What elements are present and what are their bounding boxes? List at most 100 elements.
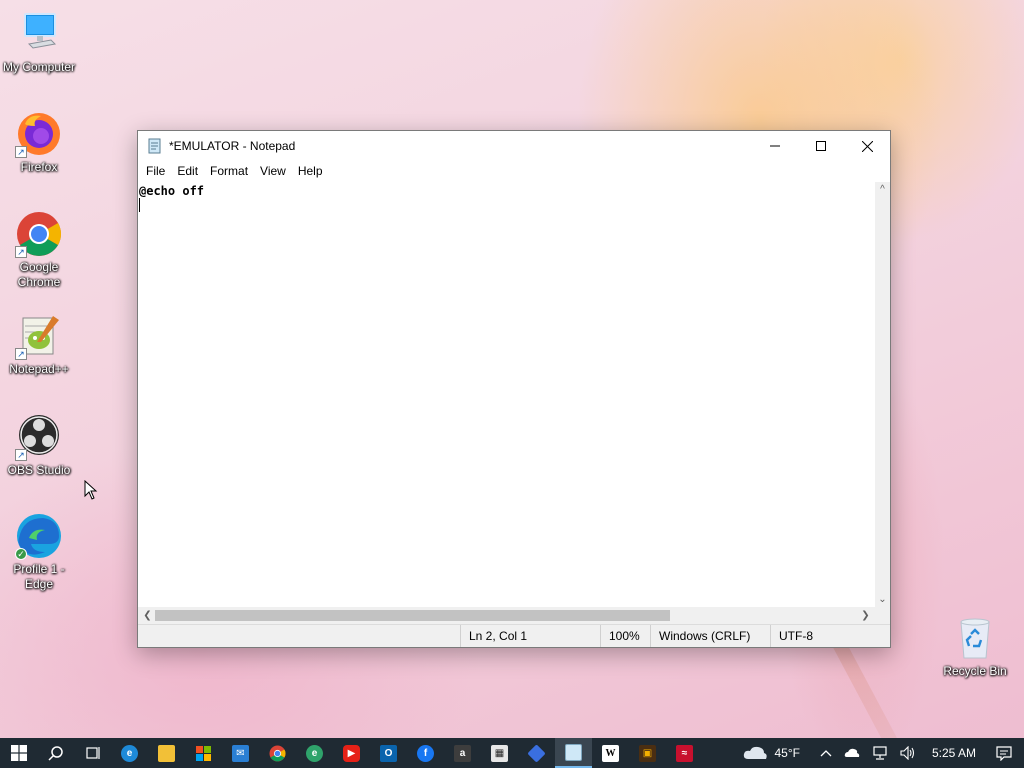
close-icon (861, 140, 873, 152)
taskbar-wikipedia[interactable]: W (592, 738, 629, 768)
maximize-icon (816, 141, 826, 151)
desktop-icon-obs-studio[interactable]: ↗ OBS Studio (0, 413, 78, 478)
title-bar[interactable]: *EMULATOR - Notepad (138, 131, 890, 161)
desktop-icon-label: My Computer (2, 60, 76, 74)
window-title: *EMULATOR - Notepad (169, 139, 296, 153)
weather-widget[interactable]: 45°F (742, 745, 800, 761)
notepad-plus-plus-icon: ↗ (15, 312, 63, 360)
notification-center-button[interactable] (996, 745, 1012, 761)
chrome-icon: ↗ (15, 210, 63, 258)
menu-view[interactable]: View (254, 161, 292, 181)
taskbar-chrome[interactable] (259, 738, 296, 768)
taskbar-facebook[interactable]: f (407, 738, 444, 768)
weather-temperature: 45°F (774, 746, 800, 760)
red-app-icon: ≈ (676, 744, 693, 762)
edge-profile-icon: e (306, 744, 323, 762)
taskbar-photos[interactable] (518, 738, 555, 768)
outlook-icon: O (380, 744, 397, 762)
scroll-left-icon[interactable]: ❮ (140, 608, 155, 623)
text-editor[interactable]: @echo off (138, 182, 875, 607)
desktop-icon-label: Recycle Bin (943, 664, 1007, 678)
taskbar-edge-profile[interactable]: e (296, 738, 333, 768)
minimize-button[interactable] (752, 131, 798, 161)
desktop-icon-recycle-bin[interactable]: Recycle Bin (936, 614, 1014, 679)
scroll-down-icon[interactable]: ⌄ (875, 592, 890, 607)
youtube-icon: ▶ (343, 744, 360, 762)
store-icon (195, 745, 212, 762)
status-encoding: UTF-8 (770, 625, 890, 647)
close-button[interactable] (844, 131, 890, 161)
firefox-icon: ↗ (15, 110, 63, 158)
taskbar-amazon[interactable]: a (444, 738, 481, 768)
shortcut-arrow-icon: ↗ (15, 348, 27, 360)
clock[interactable]: 5:25 AM (932, 746, 976, 760)
onedrive-button[interactable] (844, 748, 860, 758)
notepad-window[interactable]: *EMULATOR - Notepad File Edit Format Vie… (137, 130, 891, 648)
taskbar-red-app[interactable]: ≈ (666, 738, 703, 768)
taskbar-ms-store[interactable]: ▦ (481, 738, 518, 768)
taskbar-outlook[interactable]: O (370, 738, 407, 768)
desktop-icon-google-chrome[interactable]: ↗ Google Chrome (0, 210, 78, 290)
notepad-app-icon (147, 138, 163, 154)
desktop-icon-firefox[interactable]: ↗ Firefox (0, 110, 78, 175)
onedrive-cloud-icon (844, 748, 860, 757)
network-icon (873, 746, 887, 760)
taskbar-store[interactable] (185, 738, 222, 768)
taskbar-ups[interactable]: ▣ (629, 738, 666, 768)
show-hidden-icons-button[interactable] (820, 749, 832, 757)
notification-icon (996, 745, 1012, 761)
computer-icon (15, 10, 63, 58)
cloud-weather-icon (744, 746, 768, 759)
desktop-icon-label: OBS Studio (7, 463, 71, 477)
volume-button[interactable] (900, 746, 916, 760)
mouse-cursor-icon (84, 479, 98, 505)
menu-bar: File Edit Format View Help (138, 161, 890, 181)
windows-start-icon (10, 745, 27, 761)
start-button[interactable] (0, 738, 37, 768)
search-icon (47, 746, 63, 761)
taskbar-edge[interactable]: e (111, 738, 148, 768)
horizontal-scrollbar[interactable]: ❮ ❯ (138, 607, 875, 624)
menu-file[interactable]: File (140, 161, 171, 181)
amazon-icon: a (454, 744, 471, 762)
text-caret (139, 198, 140, 212)
editor-line (139, 198, 874, 212)
chrome-icon (269, 745, 286, 762)
desktop-icon-profile-1-edge[interactable]: ✓ Profile 1 - Edge (0, 512, 78, 592)
edge-icon: e (121, 744, 138, 762)
editor-line: @echo off (139, 184, 205, 198)
obs-icon: ↗ (15, 413, 63, 461)
wikipedia-icon: W (602, 744, 619, 762)
task-view-icon (85, 747, 100, 759)
menu-help[interactable]: Help (292, 161, 329, 181)
mail-icon: ✉ (232, 744, 249, 762)
system-tray: 45°F 5:25 AM (736, 738, 1024, 768)
photos-icon (527, 743, 546, 763)
desktop-icon-label: Firefox (20, 160, 58, 174)
file-explorer-icon (158, 744, 175, 762)
taskbar-notepad[interactable] (555, 738, 592, 768)
speaker-icon (900, 746, 915, 760)
minimize-icon (770, 145, 780, 147)
search-button[interactable] (37, 738, 74, 768)
network-button[interactable] (872, 746, 888, 760)
shortcut-arrow-icon: ↗ (15, 246, 27, 258)
taskbar-file-explorer[interactable] (148, 738, 185, 768)
taskbar-mail[interactable]: ✉ (222, 738, 259, 768)
shortcut-arrow-icon: ↗ (15, 146, 27, 158)
scroll-right-icon[interactable]: ❯ (858, 608, 873, 623)
desktop-icon-my-computer[interactable]: My Computer (0, 10, 78, 75)
chevron-up-icon (820, 750, 832, 757)
maximize-button[interactable] (798, 131, 844, 161)
menu-format[interactable]: Format (204, 161, 254, 181)
desktop-icon-notepad-plus-plus[interactable]: ↗ Notepad++ (0, 312, 78, 377)
horizontal-scroll-thumb[interactable] (155, 610, 670, 621)
task-view-button[interactable] (74, 738, 111, 768)
ms-store-bag-icon: ▦ (491, 744, 508, 762)
menu-edit[interactable]: Edit (171, 161, 204, 181)
taskbar-youtube[interactable]: ▶ (333, 738, 370, 768)
notepad-icon (565, 743, 582, 761)
scroll-up-icon[interactable]: ^ (875, 182, 890, 197)
status-bar: Ln 2, Col 1 100% Windows (CRLF) UTF-8 (138, 624, 890, 647)
vertical-scrollbar[interactable]: ^ ⌄ (875, 182, 890, 607)
